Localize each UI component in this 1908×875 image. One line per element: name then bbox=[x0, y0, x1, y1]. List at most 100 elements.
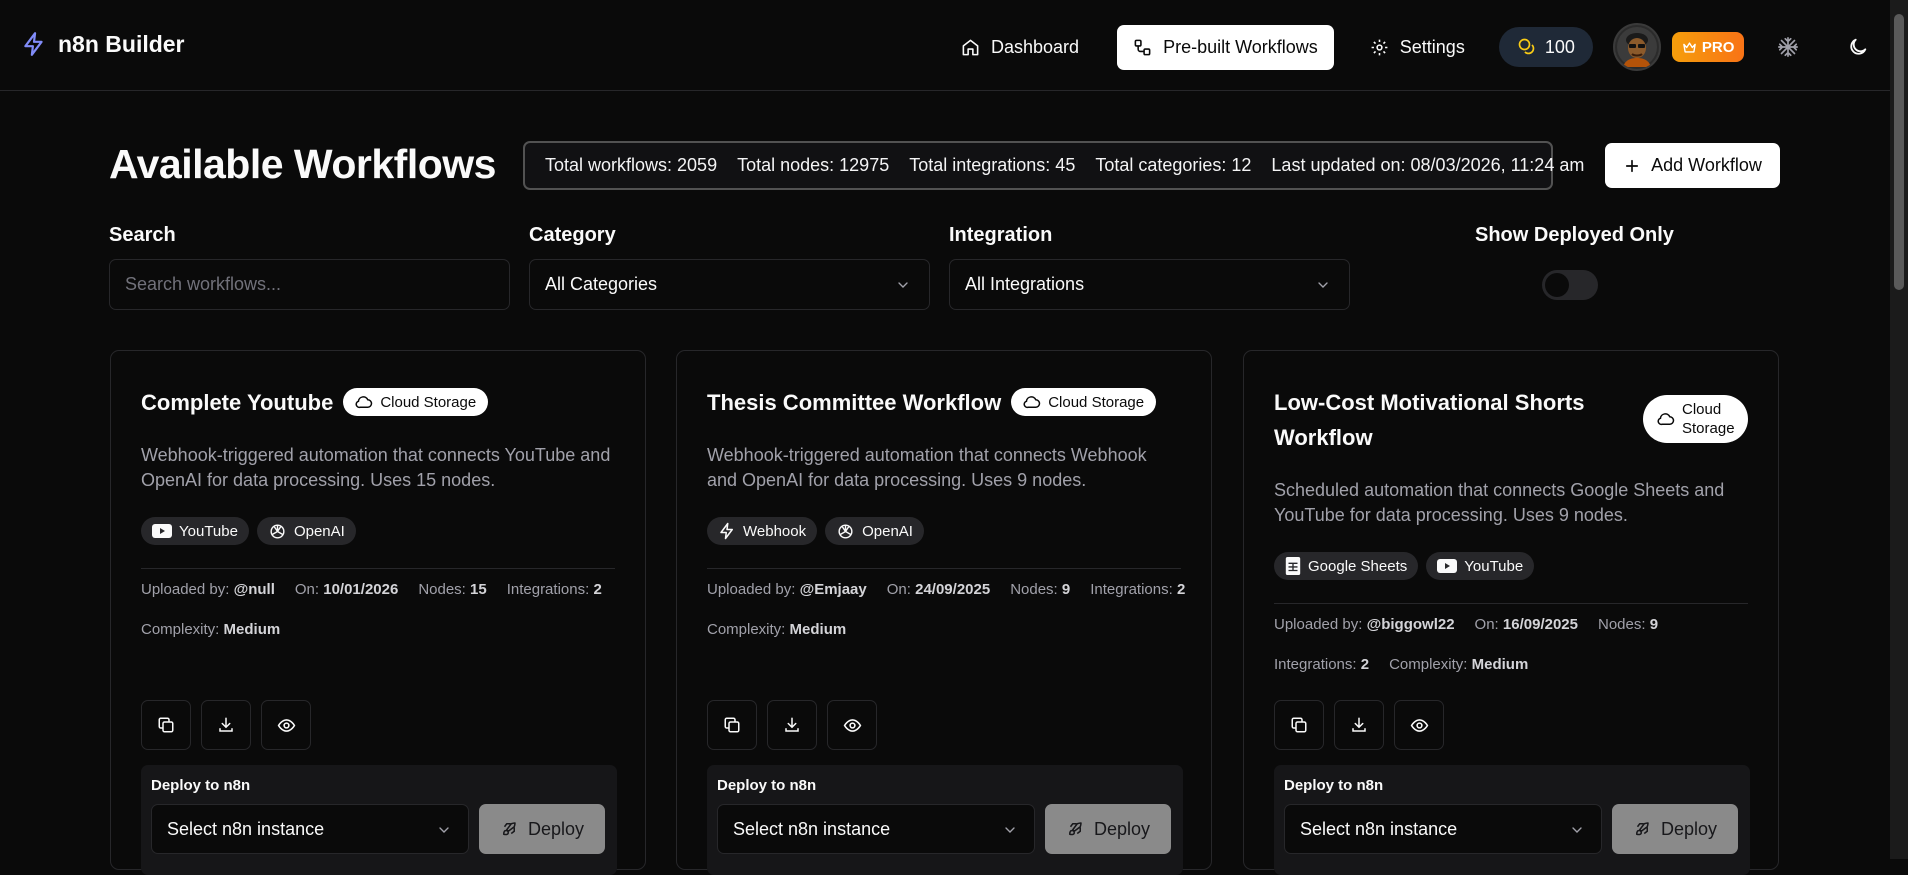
integration-select[interactable]: All Integrations bbox=[949, 259, 1350, 310]
nav-prebuilt-workflows[interactable]: Pre-built Workflows bbox=[1117, 24, 1334, 70]
download-button[interactable] bbox=[201, 700, 251, 750]
snowflake-button[interactable] bbox=[1766, 25, 1810, 69]
card-actions bbox=[1274, 700, 1444, 750]
scrollbar-thumb[interactable] bbox=[1894, 14, 1904, 290]
meta-value: 16/09/2025 bbox=[1502, 616, 1578, 633]
preview-button[interactable] bbox=[261, 700, 311, 750]
moon-icon bbox=[1847, 36, 1869, 58]
complexity: Complexity: Medium bbox=[1389, 645, 1528, 685]
deployed-only-toggle[interactable] bbox=[1542, 270, 1598, 300]
card-actions bbox=[707, 700, 877, 750]
eye-icon bbox=[843, 716, 862, 735]
meta-label: Nodes: bbox=[1010, 581, 1058, 598]
card-title: Thesis Committee Workflow bbox=[707, 390, 1002, 415]
theme-toggle-button[interactable] bbox=[1836, 25, 1880, 69]
category-badge: Cloud Storage bbox=[343, 388, 489, 416]
instance-select[interactable]: Select n8n instance bbox=[151, 804, 469, 854]
integration-tag: OpenAI bbox=[825, 517, 924, 545]
meta-label: Integrations: bbox=[1274, 656, 1357, 673]
add-workflow-label: Add Workflow bbox=[1651, 155, 1762, 175]
copy-button[interactable] bbox=[141, 700, 191, 750]
tag-label: OpenAI bbox=[293, 522, 345, 540]
copy-button[interactable] bbox=[707, 700, 757, 750]
card-meta: Uploaded by: @null On: 10/01/2026 Nodes:… bbox=[141, 570, 625, 650]
add-workflow-button[interactable]: Add Workflow bbox=[1605, 143, 1780, 188]
stat-total-workflows: Total workflows: 2059 bbox=[545, 155, 718, 175]
openai-icon bbox=[268, 522, 287, 541]
nav-settings[interactable]: Settings bbox=[1354, 25, 1481, 70]
instance-select[interactable]: Select n8n instance bbox=[1284, 804, 1602, 854]
category-badge: Cloud Storage bbox=[1643, 395, 1748, 443]
download-button[interactable] bbox=[1334, 700, 1384, 750]
brand-name: n8n Builder bbox=[58, 30, 185, 57]
meta-label: Integrations: bbox=[506, 581, 590, 598]
meta-label: Integrations: bbox=[1090, 581, 1173, 598]
badge-label: Cloud Storage bbox=[1048, 393, 1145, 411]
uploaded-by: Uploaded by: @biggowl22 bbox=[1274, 605, 1455, 645]
crown-icon bbox=[1682, 40, 1697, 55]
meta-label: Complexity: bbox=[141, 621, 220, 638]
nav-dashboard[interactable]: Dashboard bbox=[945, 25, 1095, 70]
eye-icon bbox=[1410, 716, 1429, 735]
home-icon bbox=[961, 38, 980, 57]
copy-button[interactable] bbox=[1274, 700, 1324, 750]
deploy-label: Deploy to n8n bbox=[151, 777, 251, 794]
copy-icon bbox=[723, 716, 741, 734]
instance-value: Select n8n instance bbox=[167, 818, 325, 839]
integration-label: Integration bbox=[949, 224, 1053, 246]
integration-count: Integrations: 2 bbox=[1090, 570, 1185, 610]
stat-total-integrations: Total integrations: 45 bbox=[909, 155, 1076, 175]
category-select[interactable]: All Categories bbox=[529, 259, 930, 310]
cloud-icon bbox=[1023, 395, 1041, 409]
youtube-icon bbox=[1437, 559, 1458, 573]
page-scrollbar[interactable] bbox=[1890, 0, 1908, 859]
brand[interactable]: n8n Builder bbox=[21, 30, 185, 58]
search-field bbox=[109, 259, 510, 310]
meta-value: @Emjaay bbox=[799, 581, 867, 598]
node-count: Nodes: 9 bbox=[1598, 605, 1658, 645]
complexity: Complexity: Medium bbox=[707, 610, 846, 650]
meta-value: 24/09/2025 bbox=[915, 581, 991, 598]
deploy-button[interactable]: Deploy bbox=[479, 804, 605, 854]
badge-label: Cloud Storage bbox=[1682, 401, 1735, 437]
page-title: Available Workflows bbox=[109, 141, 496, 187]
chevron-down-icon bbox=[436, 822, 452, 838]
deploy-label: Deploy bbox=[1660, 818, 1718, 839]
meta-label: Uploaded by: bbox=[1274, 616, 1363, 633]
download-button[interactable] bbox=[767, 700, 817, 750]
category-label: Category bbox=[529, 224, 616, 246]
integration-tags: YouTube OpenAI bbox=[141, 517, 356, 545]
card-header: Low-Cost Motivational Shorts Workflow Cl… bbox=[1274, 385, 1748, 455]
plus-icon bbox=[1623, 157, 1641, 175]
nav-label: Settings bbox=[1399, 36, 1465, 57]
gear-icon bbox=[1370, 38, 1389, 57]
deploy-button[interactable]: Deploy bbox=[1612, 804, 1738, 854]
card-description: Scheduled automation that connects Googl… bbox=[1274, 480, 1725, 525]
meta-label: Uploaded by: bbox=[707, 581, 796, 598]
stat-total-nodes: Total nodes: 12975 bbox=[737, 155, 890, 175]
avatar[interactable] bbox=[1612, 23, 1661, 71]
card-actions bbox=[141, 700, 311, 750]
tag-label: YouTube bbox=[1464, 557, 1524, 575]
rocket-icon bbox=[1066, 820, 1084, 838]
chevron-down-icon bbox=[1315, 277, 1331, 293]
card-description: Webhook-triggered automation that connec… bbox=[707, 445, 1147, 490]
card-header: Thesis Committee Workflow Cloud Storage bbox=[707, 385, 1181, 420]
meta-value: 10/01/2026 bbox=[323, 581, 399, 598]
credits-badge[interactable]: 100 bbox=[1498, 27, 1593, 67]
instance-value: Select n8n instance bbox=[733, 818, 891, 839]
integration-tags: Webhook OpenAI bbox=[707, 517, 924, 545]
deploy-button[interactable]: Deploy bbox=[1045, 804, 1171, 854]
preview-button[interactable] bbox=[827, 700, 877, 750]
search-input[interactable] bbox=[125, 274, 494, 295]
sheets-icon bbox=[1285, 557, 1301, 575]
preview-button[interactable] bbox=[1394, 700, 1444, 750]
integration-tags: Google Sheets YouTube bbox=[1274, 552, 1535, 580]
meta-label: On: bbox=[294, 581, 320, 598]
card-divider bbox=[1274, 603, 1748, 604]
copy-icon bbox=[157, 716, 175, 734]
deploy-label: Deploy to n8n bbox=[717, 777, 817, 794]
chevron-down-icon bbox=[1569, 822, 1585, 838]
cloud-icon bbox=[1657, 412, 1675, 426]
instance-select[interactable]: Select n8n instance bbox=[717, 804, 1035, 854]
